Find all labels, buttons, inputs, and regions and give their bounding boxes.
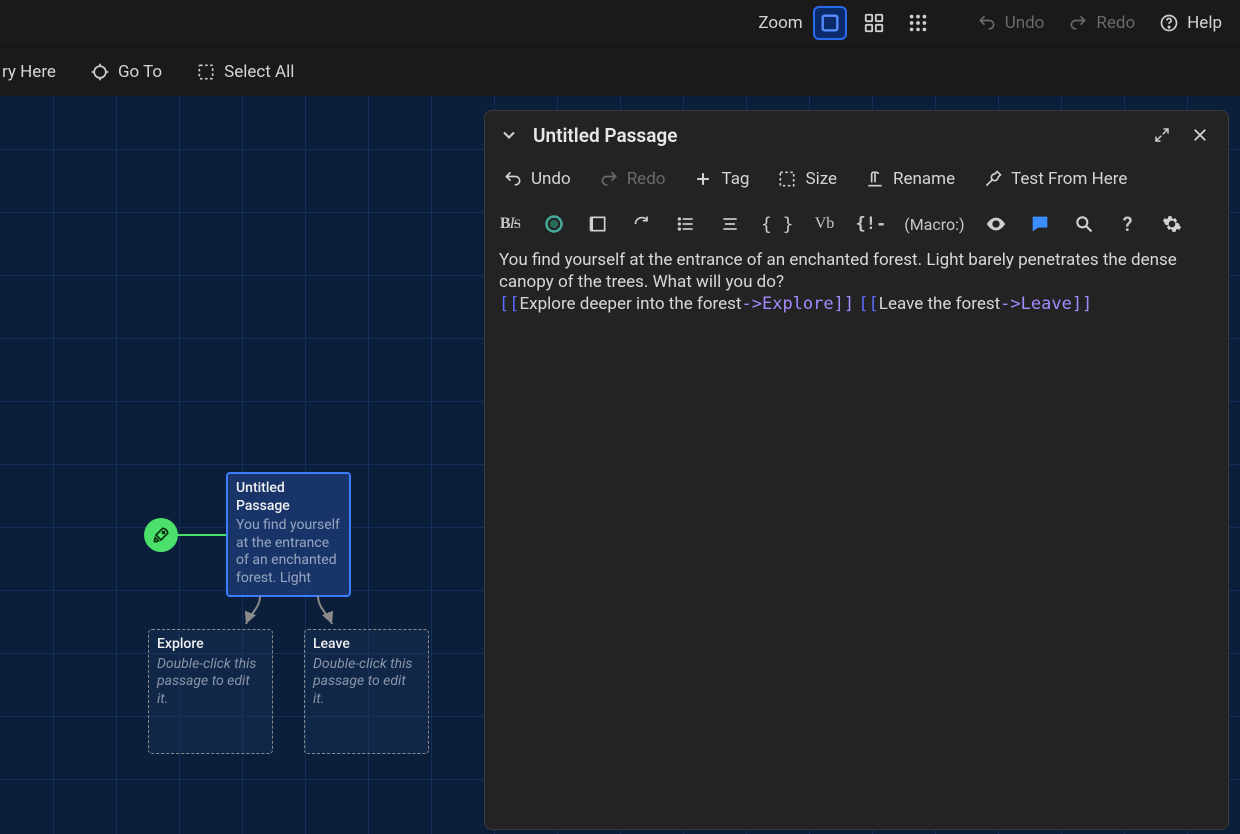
styles-button[interactable]: BIS: [497, 211, 523, 237]
help-icon: [1159, 13, 1179, 33]
wrench-icon: [983, 169, 1003, 189]
zoom-medium-button[interactable]: [857, 6, 891, 40]
eye-icon: [985, 213, 1007, 235]
border-icon: [588, 214, 608, 234]
find-button[interactable]: [1071, 211, 1097, 237]
comment-icon: [1029, 213, 1051, 235]
passage-title: Leave: [313, 636, 420, 654]
passage-title: Explore: [157, 636, 264, 654]
start-pin[interactable]: [144, 518, 178, 552]
align-icon: [720, 214, 740, 234]
editor-test-label: Test From Here: [1011, 169, 1127, 189]
selectall-button[interactable]: Select All: [190, 58, 300, 86]
crosshair-icon: [90, 62, 110, 82]
chevron-down-icon: [499, 125, 519, 145]
comment-button[interactable]: [1027, 211, 1053, 237]
truncated-item[interactable]: ry Here: [0, 58, 62, 86]
zoom-large-button[interactable]: [813, 6, 847, 40]
rocket-icon: [151, 525, 171, 545]
undo-icon: [977, 13, 997, 33]
link-open: [[: [499, 294, 519, 314]
passage-leave[interactable]: Leave Double-click this passage to edit …: [304, 629, 429, 754]
link-text: Explore deeper into the forest: [519, 294, 741, 314]
editor-title: Untitled Passage: [533, 124, 1138, 147]
link-text: Leave the forest: [879, 294, 1000, 314]
expand-icon: [1153, 126, 1171, 144]
redo-label: Redo: [1096, 13, 1135, 33]
editor-header: Untitled Passage: [485, 111, 1228, 159]
plus-icon: [693, 169, 713, 189]
secondbar: ry Here Go To Select All: [0, 46, 1240, 96]
goto-label: Go To: [118, 62, 162, 82]
start-connection: [176, 534, 226, 536]
search-icon: [1074, 214, 1094, 234]
editor-tag-button[interactable]: Tag: [687, 165, 755, 193]
editor-actionbar: Undo Redo Tag Size Rename Test From Here: [485, 159, 1228, 203]
palette-icon: [544, 214, 564, 234]
editor-tag-label: Tag: [721, 169, 749, 189]
passage-body: You find yourself at the entrance of an …: [236, 517, 341, 587]
close-icon: [1191, 126, 1209, 144]
collapse-button[interactable]: [495, 121, 523, 149]
redo-button[interactable]: Redo: [1062, 9, 1141, 37]
settings-toolbar-button[interactable]: [1159, 211, 1185, 237]
rotate-icon: [632, 214, 652, 234]
redo-icon: [1068, 13, 1088, 33]
editor-size-label: Size: [805, 169, 837, 189]
undo-button[interactable]: Undo: [971, 9, 1051, 37]
passage-untitled[interactable]: Untitled Passage You find yourself at th…: [226, 472, 351, 597]
link-arrow: ->Explore]]: [742, 294, 855, 314]
braces-button[interactable]: { }: [761, 211, 794, 237]
editor-panel: Untitled Passage Undo Redo Tag Size Rena…: [484, 110, 1229, 830]
editor-test-button[interactable]: Test From Here: [977, 165, 1133, 193]
select-all-icon: [196, 62, 216, 82]
selectall-label: Select All: [224, 62, 294, 82]
help-label: Help: [1187, 13, 1222, 33]
colours-button[interactable]: [541, 211, 567, 237]
editor-size-button[interactable]: Size: [771, 165, 843, 193]
passage-explore[interactable]: Explore Double-click this passage to edi…: [148, 629, 273, 754]
preview-button[interactable]: [983, 211, 1009, 237]
macro-button[interactable]: (Macro:): [904, 211, 964, 237]
close-button[interactable]: [1186, 121, 1214, 149]
align-button[interactable]: [717, 211, 743, 237]
topbar: Zoom Undo Redo Help: [0, 0, 1240, 46]
list-icon: [676, 214, 696, 234]
rename-icon: [865, 169, 885, 189]
body-text: You find yourself at the entrance of an …: [499, 250, 1177, 292]
redo-icon: [599, 169, 619, 189]
editor-toolbar: BIS { } Vb {!- (Macro:) ?: [485, 203, 1228, 245]
editor-undo-button[interactable]: Undo: [497, 165, 577, 193]
collapse-ws-button[interactable]: {!-: [856, 211, 887, 237]
editor-undo-label: Undo: [531, 169, 571, 189]
editor-rename-label: Rename: [893, 169, 955, 189]
link-arrow: ->Leave]]: [1000, 294, 1092, 314]
help-toolbar-button[interactable]: ?: [1115, 211, 1141, 237]
size-icon: [777, 169, 797, 189]
zoom-small-button[interactable]: [901, 6, 935, 40]
editor-redo-button[interactable]: Redo: [593, 165, 672, 193]
link-open: [[: [858, 294, 878, 314]
rotate-button[interactable]: [629, 211, 655, 237]
gear-icon: [1162, 214, 1182, 234]
passage-body: Double-click this passage to edit it.: [157, 656, 264, 709]
goto-button[interactable]: Go To: [84, 58, 168, 86]
passage-body: Double-click this passage to edit it.: [313, 656, 420, 709]
editor-textarea[interactable]: You find yourself at the entrance of an …: [485, 245, 1228, 829]
expand-button[interactable]: [1148, 121, 1176, 149]
list-button[interactable]: [673, 211, 699, 237]
zoom-group: Zoom: [758, 6, 934, 40]
borders-button[interactable]: [585, 211, 611, 237]
zoom-label: Zoom: [758, 13, 802, 33]
editor-rename-button[interactable]: Rename: [859, 165, 961, 193]
passage-title: Untitled Passage: [236, 480, 341, 515]
undo-label: Undo: [1005, 13, 1045, 33]
editor-redo-label: Redo: [627, 169, 666, 189]
undo-icon: [503, 169, 523, 189]
help-button[interactable]: Help: [1153, 9, 1228, 37]
verbatim-button[interactable]: Vb: [812, 211, 838, 237]
